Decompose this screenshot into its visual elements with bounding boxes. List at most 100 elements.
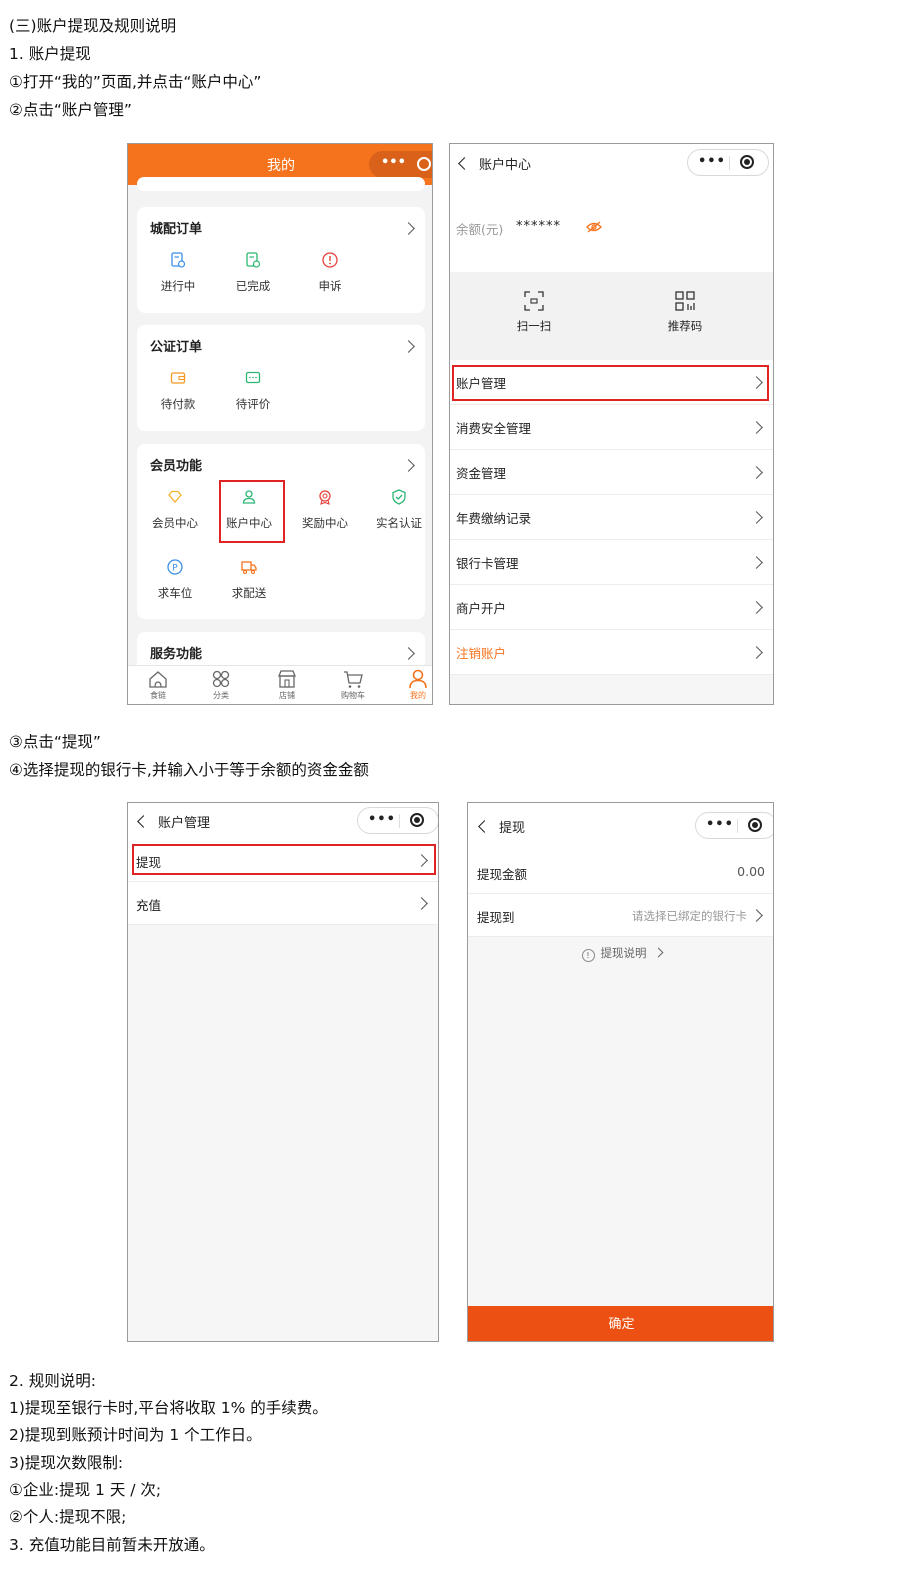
close-target-icon[interactable] [740,155,754,169]
item-in-progress[interactable]: 进行中 [148,251,208,294]
item-completed[interactable]: 已完成 [223,251,283,294]
withdraw-explain-link[interactable]: ! 提现说明 [468,945,773,962]
more-icon[interactable]: ••• [706,817,734,832]
tab-label: 店铺 [279,691,295,700]
tab-label: 我的 [410,691,426,700]
balance-value: ****** [516,219,561,234]
info-icon: ! [581,949,595,962]
truck-icon [241,561,257,575]
amount-input[interactable]: 0.00 [737,864,765,879]
chevron-right-icon[interactable] [402,222,415,235]
menu-row-consumption-security[interactable]: 消费安全管理 [450,405,773,450]
content: 城配订单 进行中 已完成 申诉 公证订单 待付款 待评价 会员功能 会员中心 账… [128,177,432,682]
capsule-menu[interactable]: ••• [369,151,432,178]
doc-clock-icon [171,252,186,268]
chevron-right-icon [750,421,763,434]
more-icon[interactable]: ••• [368,812,396,827]
chevron-right-icon [653,947,663,958]
item-label: 求车位 [157,586,193,600]
capsule-menu[interactable]: ••• [687,149,769,176]
menu-row-bank-card-management[interactable]: 银行卡管理 [450,540,773,585]
medal-icon [319,490,331,505]
chevron-right-icon [750,646,763,659]
item-member-center[interactable]: 会员中心 [145,488,205,531]
chevron-right-icon [750,466,763,479]
item-real-name-auth[interactable]: 实名认证 [369,488,429,531]
cart-icon [344,671,363,688]
card-notary-orders: 公证订单 待付款 待评价 [137,325,425,431]
more-icon[interactable]: ••• [698,154,726,169]
balance-label: 余额(元) [456,222,504,237]
item-label: 奖励中心 [302,516,348,530]
item-label: 实名认证 [376,516,422,530]
highlight-box [132,844,436,875]
more-icon[interactable]: ••• [381,155,406,170]
qr-code-icon [675,291,695,311]
tab-shop[interactable]: 店铺 [265,666,309,701]
screenshot-account-center: 账户中心 ••• 余额(元) ****** 扫一扫 推荐码 账户管理 消费安全管… [449,143,774,705]
chevron-right-icon [750,909,763,922]
close-target-icon[interactable] [417,157,431,171]
card-title: 城配订单 [150,222,203,237]
amount-row[interactable]: 提现金额 0.00 [468,851,773,894]
item-reward-center[interactable]: 奖励中心 [295,488,355,531]
tab-label: 分类 [213,691,229,700]
menu-row-fund-management[interactable]: 资金管理 [450,450,773,495]
item-seek-delivery[interactable]: 求配送 [219,558,279,601]
rule-text: 3)提现次数限制: [9,1454,124,1472]
chevron-right-icon [750,601,763,614]
bank-card-row[interactable]: 提现到 请选择已绑定的银行卡 [468,894,773,937]
tab-category[interactable]: 分类 [199,666,243,701]
quick-actions: 扫一扫 推荐码 [450,272,773,366]
item-pending-review[interactable]: 待评价 [223,369,283,412]
chevron-right-icon[interactable] [402,647,415,660]
scan-button[interactable]: 扫一扫 [504,290,564,334]
shop-icon [278,670,296,688]
close-target-icon[interactable] [748,818,762,832]
item-label: 申诉 [318,279,342,293]
bank-card-select[interactable]: 请选择已绑定的银行卡 [632,908,747,924]
profile-icon [409,669,427,689]
tab-food-chain[interactable]: 食链 [136,666,180,701]
confirm-button[interactable]: 确定 [468,1306,773,1341]
withdraw-to-label: 提现到 [477,910,515,925]
menu-row-annual-fee-records[interactable]: 年费缴纳记录 [450,495,773,540]
item-label: 待评价 [235,397,271,411]
step-text: ②点击“账户管理” [9,101,132,119]
alert-circle-icon [322,252,338,268]
category-icon [212,670,230,688]
diamond-icon [168,490,182,503]
recommend-code-button[interactable]: 推荐码 [655,290,715,334]
eye-hidden-icon[interactable] [586,221,602,233]
rule-text: ①企业:提现 1 天 / 次; [9,1481,162,1499]
item-label: 已完成 [235,279,271,293]
tab-cart[interactable]: 购物车 [331,666,375,701]
item-seek-parking[interactable]: P 求车位 [145,558,205,601]
capsule-menu[interactable]: ••• [357,807,438,834]
highlight-box [219,480,285,543]
screenshot-withdraw: 提现 ••• 提现金额 0.00 提现到 请选择已绑定的银行卡 ! 提现说明 确定 [467,802,774,1342]
menu-row-close-account[interactable]: 注销账户 [450,630,773,675]
comment-icon [245,371,261,384]
item-label: 待付款 [160,397,196,411]
page-title: 提现 [499,821,526,836]
tab-mine[interactable]: 我的 [396,666,432,701]
shield-check-icon [392,489,406,505]
rule-text: 2)提现到账预计时间为 1 个工作日。 [9,1426,262,1444]
menu-row-merchant-account[interactable]: 商户开户 [450,585,773,630]
screenshot-mine-page: 我的 ••• 城配订单 进行中 已完成 申诉 公证订单 待付款 待评价 会员功能… [127,143,433,705]
item-appeal[interactable]: 申诉 [300,251,360,294]
capsule-menu[interactable]: ••• [695,812,773,839]
item-label: 进行中 [160,279,196,293]
chevron-right-icon [750,511,763,524]
section-heading: (三)账户提现及规则说明 [9,17,177,35]
item-pending-payment[interactable]: 待付款 [148,369,208,412]
chevron-right-icon[interactable] [402,459,415,472]
parking-icon: P [167,559,183,575]
step-text: ③点击“提现” [9,733,101,751]
screenshot-account-management: 账户管理 ••• 提现 充值 [127,802,439,1342]
close-target-icon[interactable] [410,813,424,827]
chevron-right-icon[interactable] [402,340,415,353]
menu-row-recharge[interactable]: 充值 [128,882,438,925]
page-title: 账户中心 [479,158,532,173]
